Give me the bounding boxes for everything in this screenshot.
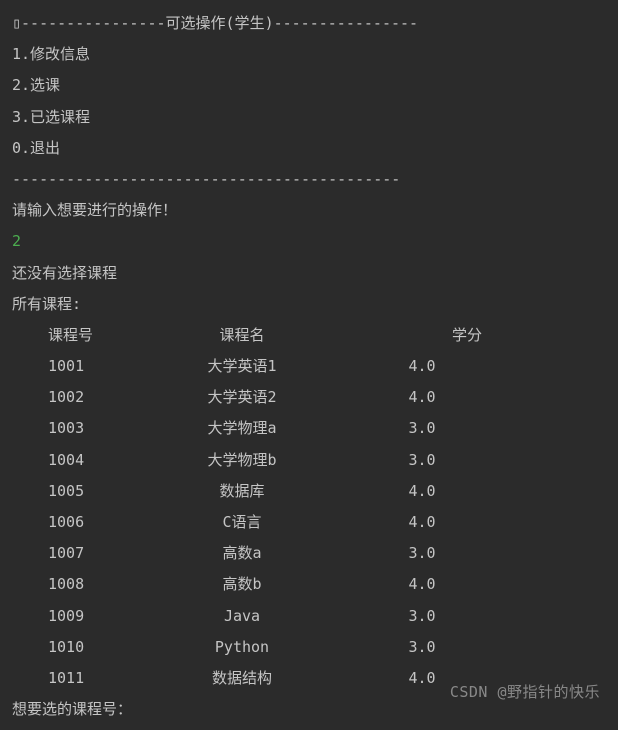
user-input-value[interactable]: 2	[12, 226, 606, 257]
cell-name: 数据库	[132, 476, 352, 507]
table-row: 1007高数a3.0	[12, 538, 606, 569]
cell-credit: 3.0	[352, 445, 492, 476]
cell-credit: 3.0	[352, 601, 492, 632]
cell-id: 1009	[12, 601, 132, 632]
cell-name: 高数a	[132, 538, 352, 569]
cell-id: 1008	[12, 569, 132, 600]
menu-item-1[interactable]: 1.修改信息	[12, 39, 606, 70]
cell-name: C语言	[132, 507, 352, 538]
menu-item-0[interactable]: 0.退出	[12, 133, 606, 164]
cell-name: 大学英语1	[132, 351, 352, 382]
cell-name: 数据结构	[132, 663, 352, 694]
cell-id: 1002	[12, 382, 132, 413]
th-credit: 学分	[352, 320, 492, 351]
table-row: 1006C语言4.0	[12, 507, 606, 538]
cell-name: Python	[132, 632, 352, 663]
all-courses-label: 所有课程:	[12, 289, 606, 320]
table-row: 1001大学英语14.0	[12, 351, 606, 382]
menu-header: ▯----------------可选操作(学生)---------------…	[12, 8, 606, 39]
prompt-action: 请输入想要进行的操作！	[12, 195, 606, 226]
cell-name: 大学英语2	[132, 382, 352, 413]
cell-credit: 3.0	[352, 538, 492, 569]
cell-id: 1001	[12, 351, 132, 382]
th-name: 课程名	[132, 320, 352, 351]
cell-id: 1004	[12, 445, 132, 476]
cell-id: 1007	[12, 538, 132, 569]
cell-credit: 4.0	[352, 476, 492, 507]
cell-credit: 4.0	[352, 507, 492, 538]
table-row: 1002大学英语24.0	[12, 382, 606, 413]
menu-item-2[interactable]: 2.选课	[12, 70, 606, 101]
table-row: 1005数据库4.0	[12, 476, 606, 507]
cell-credit: 4.0	[352, 382, 492, 413]
cell-name: 大学物理b	[132, 445, 352, 476]
cell-credit: 3.0	[352, 632, 492, 663]
table-row: 1004大学物理b3.0	[12, 445, 606, 476]
cell-credit: 4.0	[352, 351, 492, 382]
cell-id: 1011	[12, 663, 132, 694]
table-header: 课程号 课程名 学分	[12, 320, 606, 351]
table-row: 1003大学物理a3.0	[12, 413, 606, 444]
table-row: 1008高数b4.0	[12, 569, 606, 600]
menu-item-3[interactable]: 3.已选课程	[12, 102, 606, 133]
th-id: 课程号	[12, 320, 132, 351]
cell-id: 1005	[12, 476, 132, 507]
cell-credit: 4.0	[352, 569, 492, 600]
table-row: 1009Java3.0	[12, 601, 606, 632]
cell-name: Java	[132, 601, 352, 632]
divider: ----------------------------------------…	[12, 164, 606, 195]
cell-id: 1010	[12, 632, 132, 663]
cell-name: 高数b	[132, 569, 352, 600]
cell-id: 1006	[12, 507, 132, 538]
cell-id: 1003	[12, 413, 132, 444]
cell-credit: 3.0	[352, 413, 492, 444]
watermark: CSDN @野指针的快乐	[450, 677, 600, 708]
cell-name: 大学物理a	[132, 413, 352, 444]
no-selection-msg: 还没有选择课程	[12, 258, 606, 289]
table-row: 1010Python3.0	[12, 632, 606, 663]
